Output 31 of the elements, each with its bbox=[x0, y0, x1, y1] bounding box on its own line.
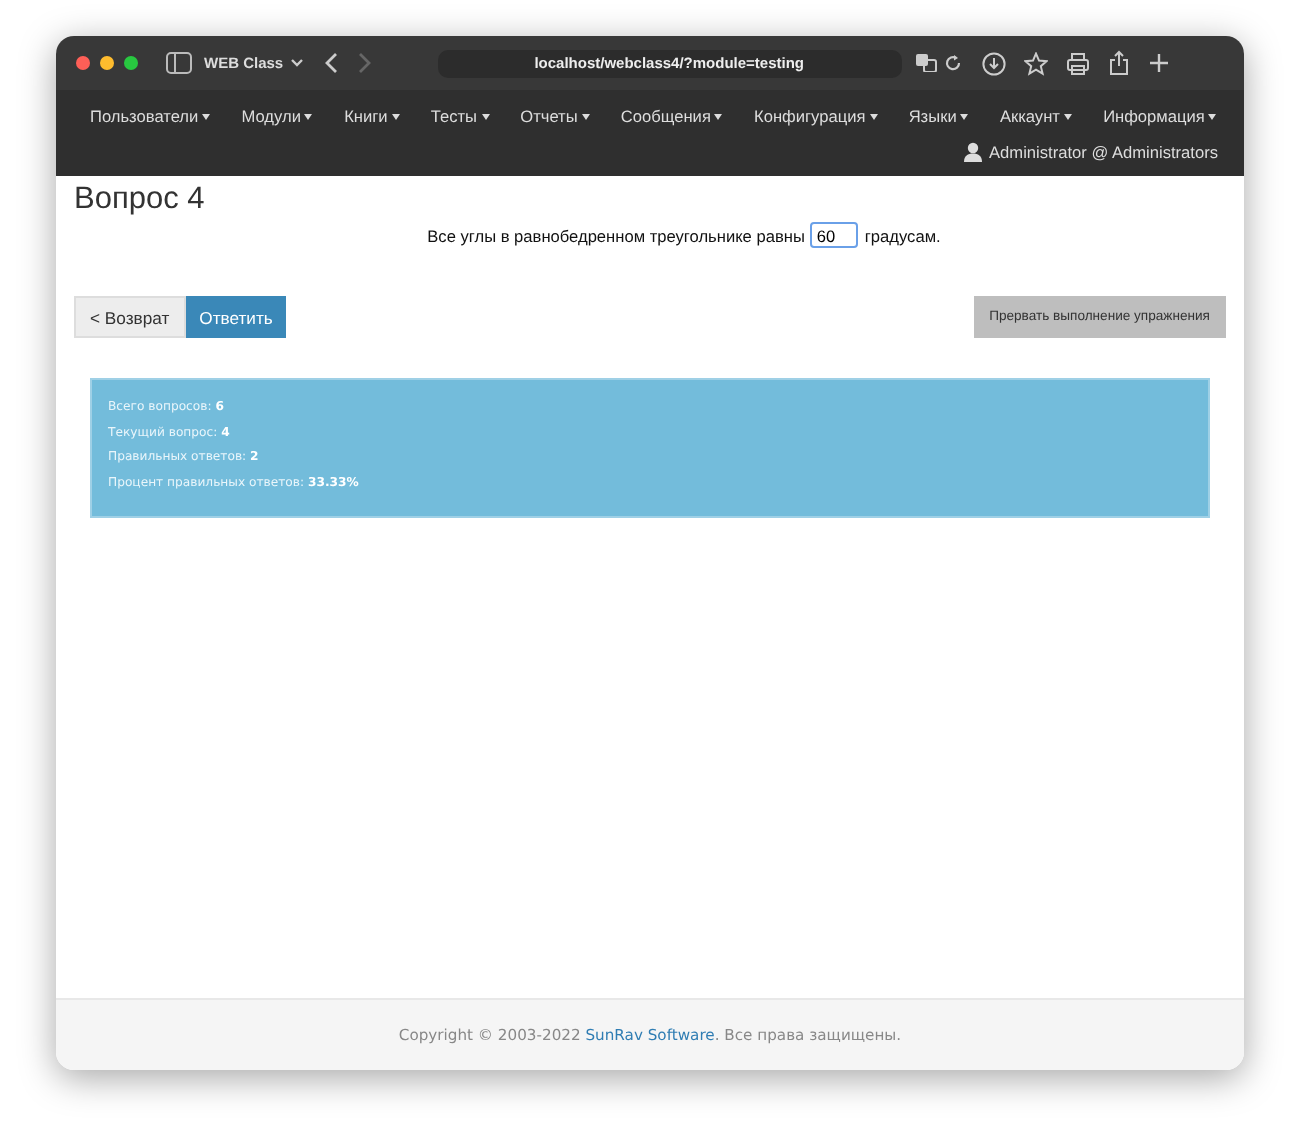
close-dot[interactable] bbox=[76, 56, 90, 70]
menu-item[interactable]: Отчеты bbox=[520, 106, 590, 126]
share-icon[interactable] bbox=[1107, 50, 1130, 76]
star-icon[interactable] bbox=[1023, 51, 1048, 75]
sidebar-icon[interactable] bbox=[166, 52, 192, 74]
menu-item[interactable]: Книги bbox=[344, 106, 400, 126]
plus-icon[interactable] bbox=[1147, 52, 1170, 74]
menu-item[interactable]: Конфигурация bbox=[754, 106, 878, 126]
menu-item[interactable]: Информация bbox=[1103, 106, 1217, 126]
menu-item[interactable]: Модули bbox=[241, 106, 313, 126]
question-text-end: градусам. bbox=[864, 225, 941, 245]
minimize-dot[interactable] bbox=[100, 56, 114, 70]
zoom-dot[interactable] bbox=[124, 56, 138, 70]
menu-item[interactable]: Пользователи bbox=[90, 106, 211, 126]
menu-item[interactable]: Тесты bbox=[430, 106, 490, 126]
menu-item[interactable]: Языки bbox=[908, 106, 969, 126]
page-heading: Вопрос 4 bbox=[74, 182, 207, 220]
chevron-down-icon[interactable] bbox=[289, 58, 304, 68]
menu-item[interactable]: Аккаунт bbox=[999, 106, 1072, 126]
printer-icon[interactable] bbox=[1065, 51, 1090, 75]
reload-icon[interactable] bbox=[943, 54, 962, 72]
question-text: Все углы в равнобедренном треугольнике равны bbox=[427, 225, 805, 245]
back-icon[interactable] bbox=[323, 52, 338, 74]
download-icon[interactable] bbox=[981, 51, 1006, 75]
user-link[interactable]: Administrator @ Administrators bbox=[989, 142, 1218, 162]
answer-field[interactable]: 60 bbox=[810, 222, 859, 248]
back-button[interactable]: < Возврат bbox=[74, 296, 186, 338]
translate-icon[interactable] bbox=[915, 54, 938, 72]
answer-button[interactable]: Ответить bbox=[185, 296, 287, 338]
menu-item[interactable]: Сообщения bbox=[620, 106, 723, 126]
user-icon bbox=[963, 142, 982, 162]
